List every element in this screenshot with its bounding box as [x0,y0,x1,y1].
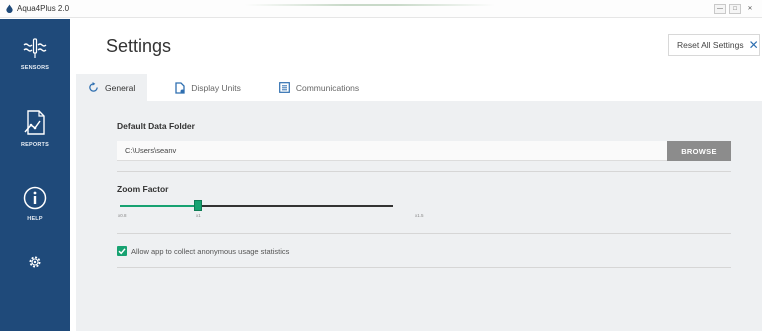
close-icon: ✕ [747,6,753,12]
sidebar-item-settings[interactable] [0,255,70,269]
gear-icon [29,256,41,268]
sidebar-item-help[interactable]: HELP [0,186,70,222]
default-data-folder-input[interactable] [117,141,668,161]
checkmark-icon [118,248,126,255]
report-chart-icon [24,110,45,135]
list-icon [278,82,290,93]
zoom-mid-label: x1 [196,213,201,218]
zoom-min-label: x0.8 [118,213,127,218]
general-settings-panel: Default Data Folder BROWSE Zoom Factor x… [76,101,762,331]
zoom-slider-thumb[interactable] [194,200,202,211]
minimize-button[interactable]: — [714,4,726,14]
document-icon [175,81,185,94]
tab-label: Communications [295,82,360,93]
window-title: Aqua4Plus 2.0 [17,4,70,13]
tab-label: General [105,82,136,93]
default-data-folder-label: Default Data Folder [117,121,195,131]
tab-communications[interactable]: Communications [278,74,360,101]
title-bar-decoration [245,4,495,6]
zoom-max-label: x1.5 [415,213,424,218]
tab-general[interactable]: General [76,74,148,101]
droplet-icon [6,4,13,13]
zoom-factor-label: Zoom Factor [117,184,169,194]
sensor-waves-icon [23,38,47,58]
divider [117,171,731,172]
sidebar-item-label: REPORTS [21,142,49,148]
close-icon: ✕ [748,38,759,52]
browse-button[interactable]: BROWSE [667,141,731,161]
usage-statistics-label: Allow app to collect anonymous usage sta… [131,247,290,256]
sidebar: SENSORS REPORTS HELP [0,19,70,331]
maximize-icon: □ [733,6,737,12]
reset-all-settings-label: Reset All Settings [677,40,744,50]
refresh-icon [88,82,99,93]
minimize-icon: — [717,6,723,12]
sidebar-item-reports[interactable]: REPORTS [0,110,70,148]
window-controls: — □ ✕ [714,3,756,15]
sidebar-item-label: HELP [27,216,43,222]
settings-tabs: General Display Units Communications [76,74,359,101]
sidebar-item-label: SENSORS [20,65,50,71]
usage-statistics-checkbox[interactable] [117,246,127,256]
maximize-button[interactable]: □ [729,4,741,14]
sidebar-item-sensors[interactable]: SENSORS [0,37,70,71]
page-title: Settings [106,36,172,56]
divider [117,267,731,268]
zoom-slider-fill [120,205,198,207]
divider [117,233,731,234]
zoom-slider-track[interactable] [120,205,393,207]
info-circle-icon [23,186,47,210]
reset-all-settings-button[interactable]: Reset All Settings ✕ [668,34,760,56]
tab-display-units[interactable]: Display Units [175,74,241,101]
title-bar: Aqua4Plus 2.0 — □ ✕ [0,0,762,18]
tab-label: Display Units [191,82,241,93]
close-window-button[interactable]: ✕ [744,4,756,14]
